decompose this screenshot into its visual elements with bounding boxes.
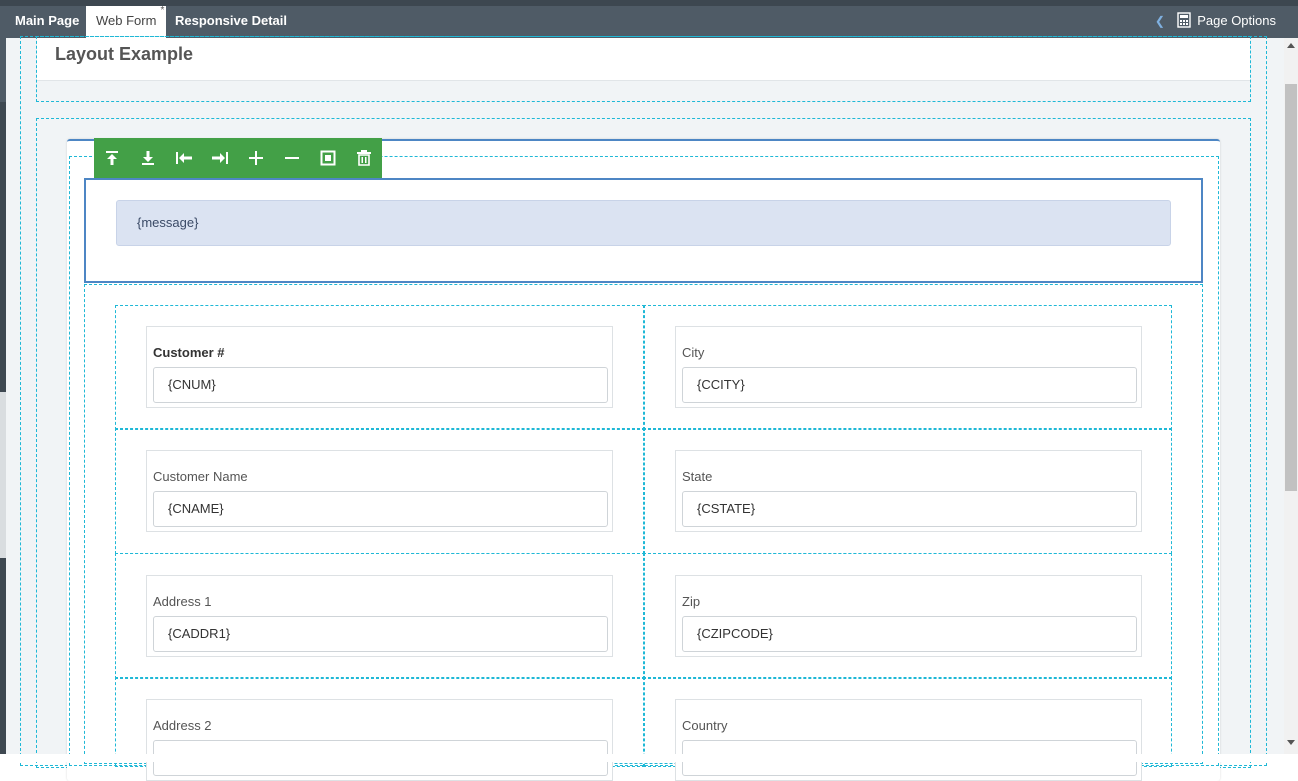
scroll-up-arrow-icon[interactable] (1287, 43, 1295, 48)
field-card-customer-name[interactable]: Customer Name {CNAME} (146, 450, 613, 532)
field-card-zip[interactable]: Zip {CZIPCODE} (675, 575, 1142, 657)
field-card-city[interactable]: City {CCITY} (675, 326, 1142, 408)
field-card-state[interactable]: State {CSTATE} (675, 450, 1142, 532)
state-input[interactable]: {CSTATE} (682, 491, 1137, 527)
customer-name-input[interactable]: {CNAME} (153, 491, 608, 527)
field-card-address-1[interactable]: Address 1 {CADDR1} (146, 575, 613, 657)
field-value: {CNAME} (168, 501, 224, 516)
move-bottom-button[interactable] (130, 138, 166, 178)
field-card-country[interactable]: Country (675, 699, 1142, 781)
design-canvas: Layout Example {message} Customer # {CNU… (0, 36, 1298, 781)
unsaved-marker: * (160, 5, 165, 16)
message-field[interactable]: {message} (116, 200, 1171, 246)
move-left-icon (176, 152, 192, 164)
delete-icon (357, 150, 371, 166)
add-button[interactable] (238, 138, 274, 178)
page-options-button[interactable]: ❮ Page Options (1155, 6, 1276, 38)
move-top-icon (106, 151, 118, 165)
customer-number-input[interactable]: {CNUM} (153, 367, 608, 403)
field-value: {CZIPCODE} (697, 626, 773, 641)
page-title: Layout Example (55, 44, 194, 64)
field-label: Customer Name (153, 469, 248, 484)
chevron-left-icon[interactable]: ❮ (1155, 14, 1165, 28)
move-bottom-icon (142, 151, 154, 165)
field-label: Customer # (153, 345, 225, 360)
field-label: Country (682, 718, 728, 733)
move-left-button[interactable] (166, 138, 202, 178)
move-right-button[interactable] (202, 138, 238, 178)
calculator-icon (1176, 12, 1191, 28)
select-button[interactable] (310, 138, 346, 178)
move-right-icon (212, 152, 228, 164)
top-tab-bar: Main Page Web Form * Responsive Detail ❮… (0, 0, 1298, 38)
tab-main-page[interactable]: Main Page (15, 6, 79, 38)
field-label: State (682, 469, 713, 484)
remove-button[interactable] (274, 138, 310, 178)
field-label: Address 2 (153, 718, 212, 733)
field-value: {CADDR1} (168, 626, 231, 641)
page-options-label: Page Options (1197, 13, 1276, 28)
field-card-customer-number[interactable]: Customer # {CNUM} (146, 326, 613, 408)
delete-button[interactable] (346, 138, 382, 178)
field-label: Address 1 (153, 594, 212, 609)
vertical-scrollbar[interactable] (1284, 38, 1298, 754)
add-icon (249, 151, 263, 165)
field-value: {CSTATE} (697, 501, 756, 516)
city-input[interactable]: {CCITY} (682, 367, 1137, 403)
bottom-edge (0, 754, 1298, 762)
element-toolbar (94, 138, 382, 178)
tab-web-form-label: Web Form (96, 13, 157, 28)
move-top-button[interactable] (94, 138, 130, 178)
field-value: {CNUM} (168, 377, 216, 392)
field-value: {CCITY} (697, 377, 745, 392)
field-label: Zip (682, 594, 701, 609)
remove-icon (285, 157, 299, 159)
address-1-input[interactable]: {CADDR1} (153, 616, 608, 652)
tab-responsive-detail[interactable]: Responsive Detail (175, 6, 287, 38)
scrollbar-thumb[interactable] (1285, 84, 1297, 491)
title-panel: Layout Example (37, 38, 1250, 81)
field-card-address-2[interactable]: Address 2 (146, 699, 613, 781)
zip-input[interactable]: {CZIPCODE} (682, 616, 1137, 652)
field-label: City (682, 345, 705, 360)
scroll-down-arrow-icon[interactable] (1287, 740, 1295, 745)
message-text: {message} (137, 215, 199, 230)
select-icon (320, 150, 336, 166)
tab-web-form[interactable]: Web Form * (86, 5, 167, 38)
